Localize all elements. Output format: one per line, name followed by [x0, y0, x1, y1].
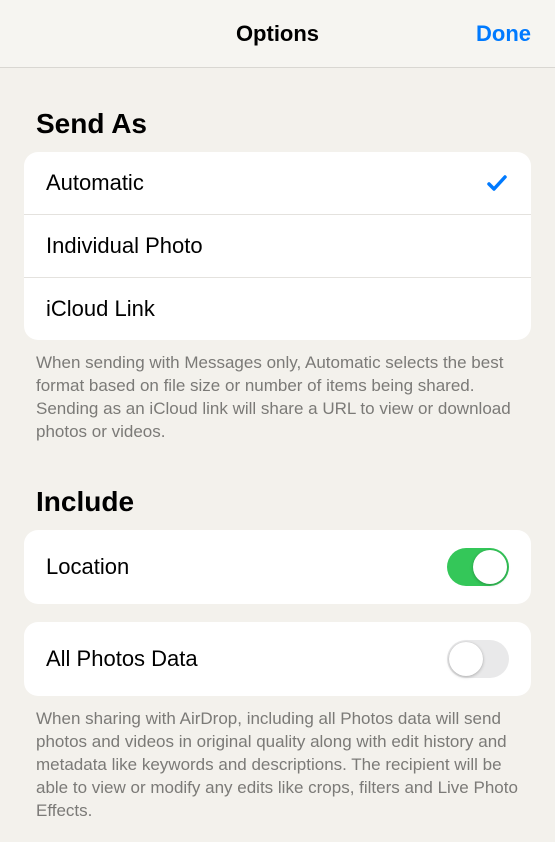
- include-allphotos-group: All Photos Data: [24, 622, 531, 696]
- send-as-group: Automatic Individual Photo iCloud Link: [24, 152, 531, 340]
- include-header: Include: [0, 444, 555, 530]
- send-as-automatic-label: Automatic: [46, 170, 144, 196]
- send-as-icloud-row[interactable]: iCloud Link: [24, 277, 531, 340]
- checkmark-icon: [485, 171, 509, 195]
- include-location-row[interactable]: Location: [24, 530, 531, 604]
- navbar-title: Options: [236, 21, 319, 47]
- allphotos-toggle[interactable]: [447, 640, 509, 678]
- send-as-automatic-row[interactable]: Automatic: [24, 152, 531, 214]
- location-toggle[interactable]: [447, 548, 509, 586]
- include-allphotos-row[interactable]: All Photos Data: [24, 622, 531, 696]
- send-as-icloud-label: iCloud Link: [46, 296, 155, 322]
- navbar: Options Done: [0, 0, 555, 68]
- toggle-knob: [449, 642, 483, 676]
- send-as-individual-row[interactable]: Individual Photo: [24, 214, 531, 277]
- send-as-individual-label: Individual Photo: [46, 233, 203, 259]
- include-footer: When sharing with AirDrop, including all…: [0, 696, 555, 823]
- toggle-knob: [473, 550, 507, 584]
- spacer: [0, 604, 555, 622]
- include-location-label: Location: [46, 554, 129, 580]
- content: Send As Automatic Individual Photo iClou…: [0, 68, 555, 842]
- done-button[interactable]: Done: [476, 21, 531, 47]
- include-allphotos-label: All Photos Data: [46, 646, 198, 672]
- send-as-footer: When sending with Messages only, Automat…: [0, 340, 555, 444]
- include-location-group: Location: [24, 530, 531, 604]
- send-as-header: Send As: [0, 68, 555, 152]
